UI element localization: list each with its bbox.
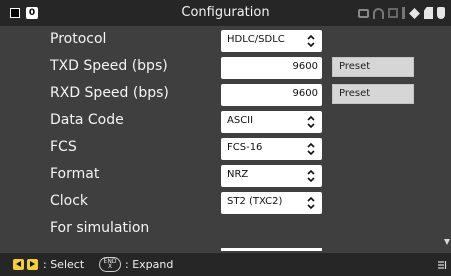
usb-icon [402,7,405,19]
end-key-icon[interactable]: END X [99,257,121,272]
row-rxd-speed: RXD Speed (bps) 9600 Preset [0,81,451,108]
data-code-value: ASCII [227,115,254,126]
row-for-simulation: For simulation [0,216,451,243]
expand-hint: : Expand [125,258,174,271]
up-down-chevron-icon [307,196,315,210]
printer-icon [358,8,369,18]
protocol-label: Protocol [50,31,107,47]
clock-value: ST2 (TXC2) [227,196,283,207]
format-select[interactable]: NRZ [221,165,322,187]
txd-speed-input[interactable]: 9600 [221,57,322,79]
up-down-chevron-icon [307,142,315,156]
configuration-screen: 0 Configuration Protocol HDLC/SDLC TXD S… [0,0,451,276]
row-protocol: Protocol HDLC/SDLC [0,27,451,54]
right-arrow-key-icon[interactable] [27,259,38,270]
power-plug-icon [437,7,445,19]
pen-icon [409,7,420,19]
row-fcs: FCS FCS-16 [0,135,451,162]
status-icons [358,6,445,20]
data-code-select[interactable]: ASCII [221,111,322,133]
fcs-value: FCS-16 [227,142,263,153]
fcs-label: FCS [50,139,77,155]
row-format: Format NRZ [0,162,451,189]
format-value: NRZ [227,169,249,180]
protocol-select[interactable]: HDLC/SDLC [221,30,322,52]
up-down-chevron-icon [307,115,315,129]
lan-icon [388,8,398,18]
row-txd-speed: TXD Speed (bps) 9600 Preset [0,54,451,81]
select-hint: : Select [43,258,85,271]
rxd-speed-input[interactable]: 9600 [221,84,322,106]
scroll-down-arrow-icon[interactable] [444,239,450,245]
footer-bar: : Select END X : Expand [0,253,451,276]
up-down-chevron-icon [307,169,315,183]
txd-preset-button[interactable]: Preset [332,57,414,77]
for-simulation-label: For simulation [50,220,150,236]
fcs-select[interactable]: FCS-16 [221,138,322,160]
protocol-value: HDLC/SDLC [227,34,285,45]
clock-select[interactable]: ST2 (TXC2) [221,192,322,214]
row-data-code: Data Code ASCII [0,108,451,135]
sd-card-icon [424,7,433,19]
clock-label: Clock [50,193,89,209]
wifi-icon [373,7,384,19]
data-code-label: Data Code [50,112,124,128]
txd-speed-value: 9600 [292,61,318,72]
row-clock: Clock ST2 (TXC2) [0,189,451,216]
rxd-preset-button[interactable]: Preset [332,84,414,104]
up-down-chevron-icon [307,34,315,48]
format-label: Format [50,166,100,182]
end-key-sub: X [107,263,113,270]
txd-preset-label: Preset [339,61,371,72]
rxd-speed-label: RXD Speed (bps) [50,85,169,101]
rxd-speed-value: 9600 [292,88,318,99]
rxd-preset-label: Preset [339,88,371,99]
title-bar: 0 Configuration [0,0,451,26]
next-field-partial[interactable] [221,248,322,251]
menu-icon[interactable] [438,260,447,270]
txd-speed-label: TXD Speed (bps) [50,58,168,74]
left-arrow-key-icon[interactable] [13,259,24,270]
